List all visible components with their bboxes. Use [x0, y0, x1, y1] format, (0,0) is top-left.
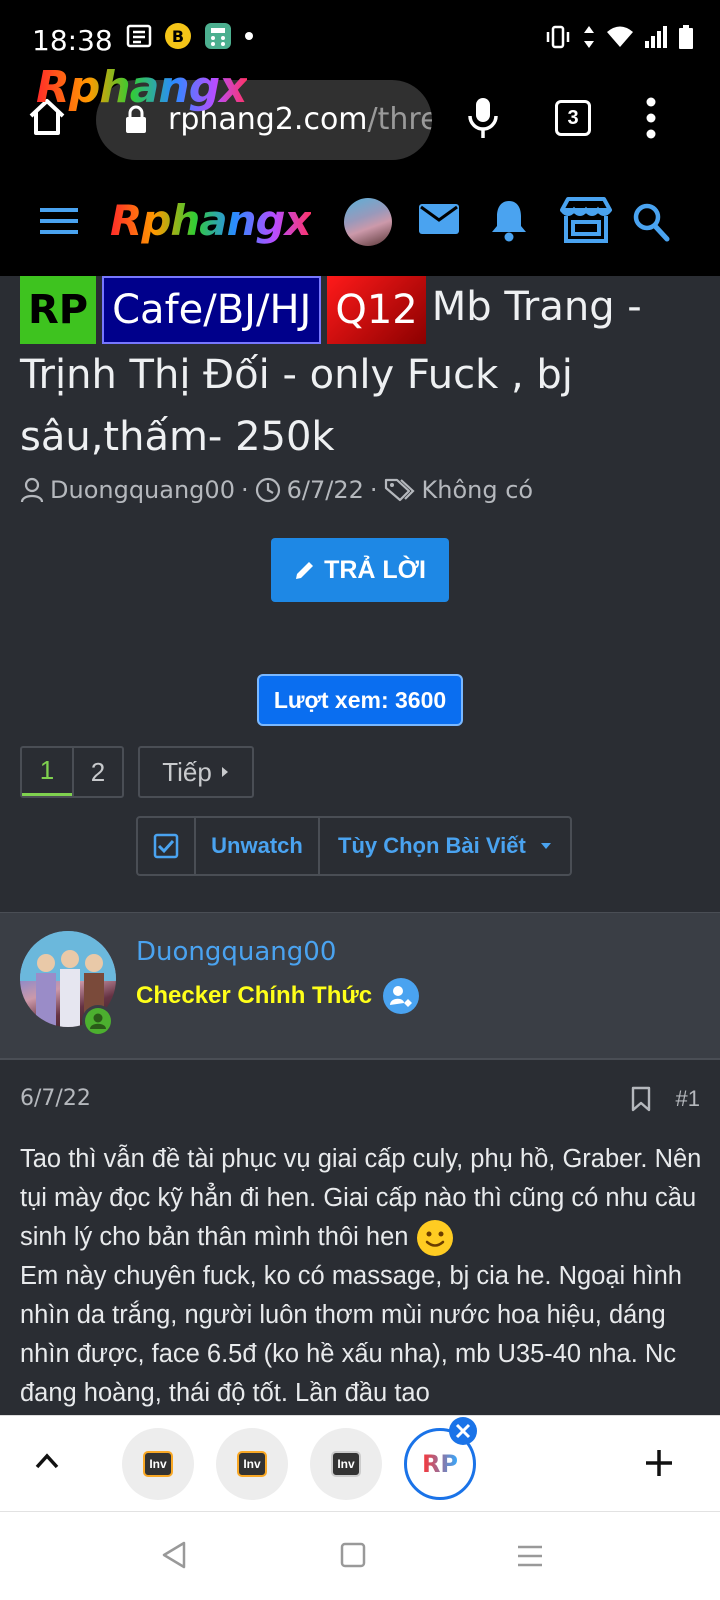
- browser-toolbar: rphang2.com/thre Rphangx 3: [0, 62, 720, 170]
- site-logo-text: Rphangx: [110, 196, 312, 245]
- page-link-2[interactable]: 2: [72, 748, 122, 796]
- tab-thumb-1[interactable]: Inv: [122, 1428, 194, 1500]
- hamburger-menu-icon[interactable]: [40, 206, 78, 236]
- prefix-tag-rp[interactable]: RP: [20, 276, 97, 344]
- post-paragraph-1: Tao thì vẫn đề tài phục vụ giai cấp culy…: [20, 1145, 702, 1251]
- clock-icon: [255, 477, 280, 503]
- post-author-block: Duongquang00 Checker Chính Thức: [0, 912, 720, 1060]
- calculator-app-icon: [205, 23, 231, 49]
- wifi-icon: [607, 26, 633, 47]
- site-logo[interactable]: Rphangx: [110, 196, 312, 245]
- store-icon[interactable]: [558, 196, 614, 244]
- system-icons: [544, 24, 694, 50]
- tab-switcher-button[interactable]: 3: [555, 100, 591, 136]
- brand-overlay-text: Rphangx: [36, 62, 248, 113]
- reply-button[interactable]: TRẢ LỜI: [271, 538, 449, 602]
- post-paragraph-2: Em này chuyên fuck, ko có massage, bj ci…: [20, 1262, 682, 1408]
- post-message: 6/7/22 #1 Tao thì vẫn đề tài phục vụ gia…: [0, 1060, 720, 1415]
- url-path: /thre: [367, 102, 432, 137]
- brand-overlay-logo: Rphangx: [36, 62, 248, 113]
- pagination: 1 2 Tiếp: [20, 746, 254, 798]
- online-user-icon: [85, 1008, 111, 1034]
- view-count-text: Lượt xem: 3600: [273, 686, 447, 713]
- online-status-badge: [82, 1005, 114, 1037]
- post-date[interactable]: 6/7/22: [20, 1086, 91, 1111]
- thread-meta: Duongquang00 · 6/7/22 · Không có: [20, 476, 533, 504]
- thread-options-label: Tùy Chọn Bài Viết: [338, 833, 526, 858]
- inv-tab-icon: Inv: [143, 1451, 173, 1477]
- news-icon: [126, 24, 152, 48]
- tab-thumb-3[interactable]: Inv: [310, 1428, 382, 1500]
- thread-date[interactable]: 6/7/22: [287, 476, 364, 504]
- thread-actions: Unwatch Tùy Chọn Bài Viết: [136, 816, 572, 876]
- tab-thumb-2-label: Inv: [243, 1457, 261, 1471]
- status-time: 18:38: [32, 24, 113, 57]
- view-count-badge: Lượt xem: 3600: [257, 674, 463, 726]
- thread-title: RP Cafe/BJ/HJ Q12 Mb Trang - Trịnh Thị Đối …: [20, 276, 710, 468]
- tags-icon: [384, 478, 415, 502]
- recents-menu-icon[interactable]: [516, 1544, 544, 1568]
- rp-tab-icon: RP: [421, 1450, 459, 1478]
- verified-user-icon: [383, 978, 420, 1014]
- mail-icon[interactable]: [418, 202, 460, 236]
- caret-right-icon: [221, 767, 228, 777]
- more-options-icon[interactable]: [644, 96, 658, 140]
- bookmark-icon[interactable]: [630, 1086, 652, 1112]
- smile-emoji-icon: [416, 1220, 453, 1257]
- page-link-1[interactable]: 1: [22, 748, 72, 796]
- author-username[interactable]: Duongquang00: [136, 937, 336, 967]
- meta-separator: ·: [369, 476, 378, 504]
- caret-down-icon: [540, 843, 551, 849]
- pencil-icon: [296, 562, 314, 579]
- close-tab-icon[interactable]: [448, 1416, 478, 1446]
- back-icon[interactable]: [160, 1540, 188, 1570]
- reply-button-label: TRẢ LỜI: [324, 555, 426, 584]
- vibrate-icon: [546, 25, 570, 49]
- notification-bell-icon[interactable]: [490, 198, 528, 242]
- prefix-tag-cafe[interactable]: Cafe/BJ/HJ: [102, 276, 322, 344]
- page-number-group: 1 2: [20, 746, 124, 798]
- unwatch-button[interactable]: Unwatch: [194, 818, 318, 874]
- post-number-link[interactable]: #1: [676, 1086, 700, 1112]
- user-icon: [20, 477, 44, 503]
- svg-text:B: B: [172, 27, 184, 46]
- thread-tags-text: Không có: [421, 476, 534, 504]
- search-icon[interactable]: [632, 202, 670, 242]
- prefix-tag-q12[interactable]: Q12: [327, 276, 426, 344]
- next-page-label: Tiếp: [162, 756, 212, 787]
- home-square-icon[interactable]: [340, 1542, 366, 1568]
- tab-thumb-2[interactable]: Inv: [216, 1428, 288, 1500]
- post-body: Tao thì vẫn đề tài phục vụ giai cấp culy…: [20, 1140, 714, 1413]
- tab-count: 3: [567, 106, 579, 129]
- notification-icons: B: [126, 22, 254, 50]
- meta-separator: ·: [240, 476, 249, 504]
- tab-thumb-3-label: Inv: [337, 1457, 355, 1471]
- checkbox-checked-icon: [153, 833, 179, 859]
- new-tab-plus-icon[interactable]: [644, 1448, 674, 1478]
- dot-icon: [245, 32, 253, 40]
- tab-thumb-1-label: Inv: [149, 1457, 167, 1471]
- thread-options-dropdown[interactable]: Tùy Chọn Bài Viết: [318, 818, 570, 874]
- thread-author-link[interactable]: Duongquang00: [50, 476, 235, 504]
- site-header: Rphangx: [0, 170, 720, 276]
- signal-icon: [645, 26, 667, 48]
- browser-tab-strip: Inv Inv Inv RP: [0, 1415, 720, 1511]
- user-avatar[interactable]: [344, 198, 392, 246]
- watch-checkbox[interactable]: [138, 818, 194, 874]
- battery-icon: [679, 25, 693, 49]
- chevron-up-icon[interactable]: [34, 1452, 60, 1470]
- data-arrows-icon: [584, 26, 594, 48]
- post-controls: #1: [630, 1086, 700, 1112]
- thread-header: RP Cafe/BJ/HJ Q12 Mb Trang - Trịnh Thị Đối …: [0, 276, 720, 912]
- microphone-icon[interactable]: [466, 96, 500, 140]
- author-title-text: Checker Chính Thức: [136, 982, 373, 1009]
- author-user-title: Checker Chính Thức: [136, 977, 420, 1015]
- coin-app-icon: B: [165, 23, 191, 49]
- next-page-button[interactable]: Tiếp: [138, 746, 254, 798]
- inv-tab-icon: Inv: [237, 1451, 267, 1477]
- system-navigation-bar: [0, 1511, 720, 1600]
- inv-tab-icon: Inv: [331, 1451, 361, 1477]
